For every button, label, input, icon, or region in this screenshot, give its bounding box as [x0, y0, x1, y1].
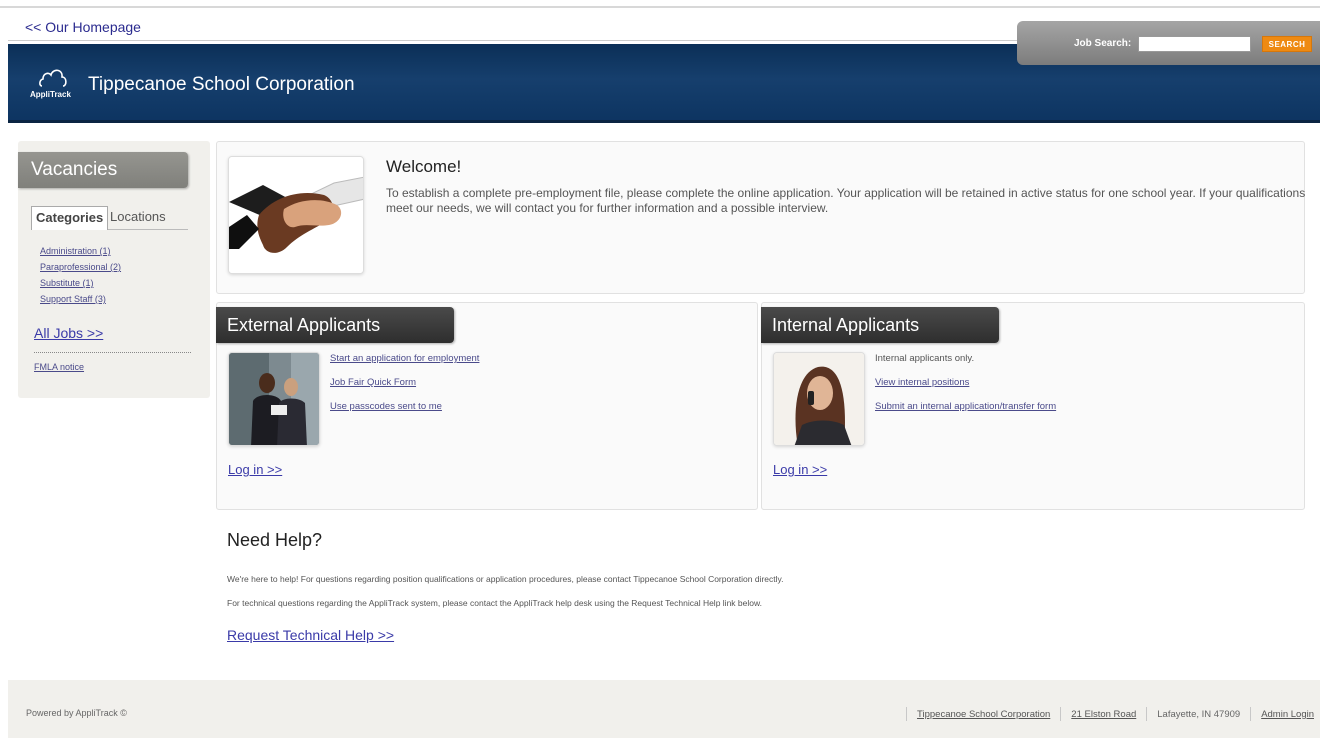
all-jobs-link[interactable]: All Jobs >> — [34, 325, 103, 341]
category-support-staff[interactable]: Support Staff (3) — [40, 291, 121, 307]
internal-applicants-title: Internal Applicants — [761, 307, 999, 343]
vacancy-tabs: Categories Locations — [31, 206, 188, 230]
homepage-link[interactable]: << Our Homepage — [25, 19, 141, 35]
footer-city: Lafayette, IN 47909 — [1157, 708, 1241, 720]
category-administration[interactable]: Administration (1) — [40, 243, 121, 259]
vacancies-sidebar: Vacancies Categories Locations Administr… — [18, 141, 210, 398]
applitrack-logo: AppliTrack — [30, 66, 80, 104]
internal-links: Internal applicants only. View internal … — [875, 347, 1056, 419]
woman-on-phone-image — [773, 352, 865, 446]
vacancies-title: Vacancies — [18, 152, 188, 188]
tab-categories[interactable]: Categories — [31, 206, 109, 230]
welcome-panel: Welcome! To establish a complete pre-emp… — [216, 141, 1305, 294]
admin-login-link[interactable]: Admin Login — [1261, 709, 1314, 720]
footer-org-link[interactable]: Tippecanoe School Corporation — [917, 709, 1050, 720]
internal-login-link[interactable]: Log in >> — [773, 462, 827, 477]
top-divider — [0, 6, 1320, 8]
internal-only-note: Internal applicants only. — [875, 353, 975, 364]
footer-separator — [1146, 707, 1148, 721]
help-title: Need Help? — [227, 530, 323, 550]
external-applicants-title: External Applicants — [216, 307, 454, 343]
job-search-input[interactable] — [1138, 36, 1251, 52]
fmla-notice-link[interactable]: FMLA notice — [34, 362, 84, 372]
external-applicants-panel: External Applicants Start an application… — [216, 302, 758, 510]
help-text-technical: For technical questions regarding the Ap… — [227, 598, 763, 608]
powered-by: Powered by AppliTrack © — [26, 708, 127, 718]
category-list: Administration (1) Paraprofessional (2) … — [40, 243, 121, 307]
footer-separator — [1060, 707, 1062, 721]
internal-transfer-form-link[interactable]: Submit an internal application/transfer … — [875, 395, 1056, 419]
footer-address-link[interactable]: 21 Elston Road — [1071, 709, 1136, 720]
cloud-icon — [39, 69, 67, 87]
job-fair-quick-form-link[interactable]: Job Fair Quick Form — [330, 371, 479, 395]
start-application-link[interactable]: Start an application for employment — [330, 347, 479, 371]
home-divider — [8, 40, 1018, 41]
welcome-text: To establish a complete pre-employment f… — [386, 186, 1306, 215]
use-passcodes-link[interactable]: Use passcodes sent to me — [330, 395, 479, 419]
help-text-contact: We're here to help! For questions regard… — [227, 574, 784, 584]
search-button[interactable]: SEARCH — [1262, 36, 1312, 52]
category-paraprofessional[interactable]: Paraprofessional (2) — [40, 259, 121, 275]
tab-locations[interactable]: Locations — [106, 206, 170, 230]
internal-applicants-panel: Internal Applicants Internal applicants … — [761, 302, 1305, 510]
sidebar-divider — [34, 352, 191, 353]
view-internal-positions-link[interactable]: View internal positions — [875, 371, 1056, 395]
request-technical-help-link[interactable]: Request Technical Help >> — [227, 627, 394, 643]
org-name: Tippecanoe School Corporation — [88, 74, 355, 95]
external-links: Start an application for employment Job … — [330, 347, 479, 419]
footer-separator — [906, 707, 908, 721]
footer-separator — [1250, 707, 1252, 721]
welcome-title: Welcome! — [386, 157, 462, 176]
footer-links: Tippecanoe School Corporation 21 Elston … — [896, 707, 1314, 721]
external-login-link[interactable]: Log in >> — [228, 462, 282, 477]
job-search-box: Job Search: SEARCH — [1017, 21, 1320, 65]
site-footer: Powered by AppliTrack © Tippecanoe Schoo… — [8, 680, 1320, 738]
header-bottom-border — [8, 120, 1320, 123]
job-search-label: Job Search: — [1074, 38, 1132, 49]
category-substitute[interactable]: Substitute (1) — [40, 275, 121, 291]
handshake-image — [228, 156, 364, 274]
logo-text: AppliTrack — [30, 90, 71, 99]
business-people-image — [228, 352, 320, 446]
